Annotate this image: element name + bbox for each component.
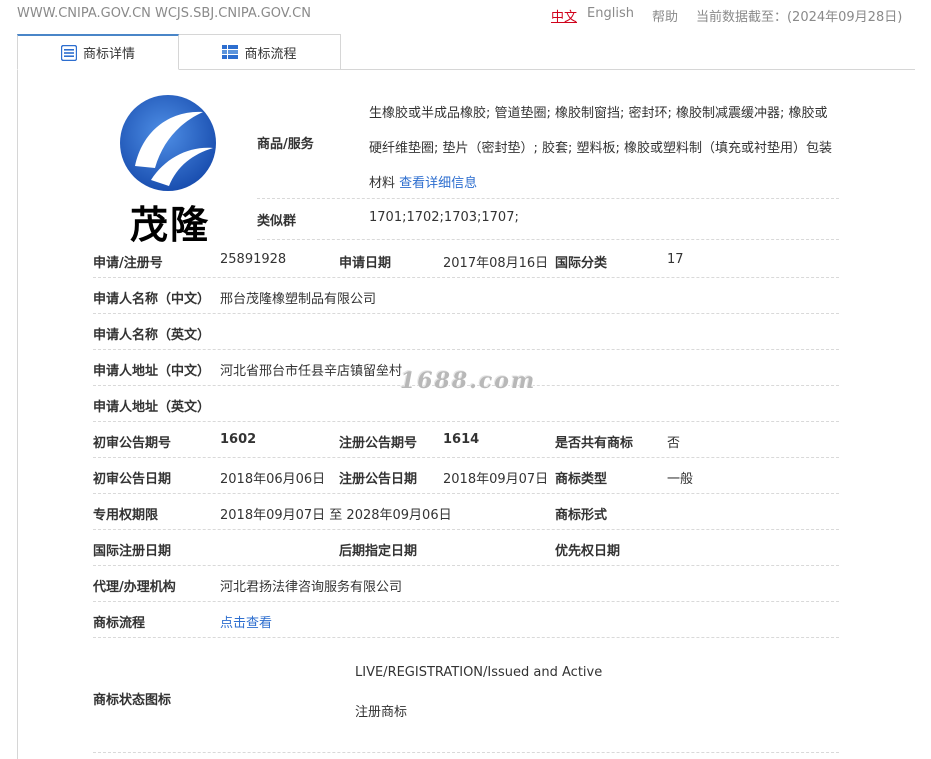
intl-class-value: 17: [667, 252, 684, 267]
address-cn-value: 河北省邢台市任县辛店镇留垒村: [220, 364, 403, 379]
address-en-label: 申请人地址（英文）: [93, 400, 211, 415]
divider: [257, 239, 839, 240]
mark-type-value: 一般: [667, 472, 694, 487]
divider: [93, 457, 839, 458]
prelim-no-value: 1602: [220, 432, 257, 447]
reg-no-label: 申请/注册号: [93, 256, 163, 271]
mark-form-label: 商标形式: [555, 508, 608, 523]
goods-label: 商品/服务: [257, 137, 314, 152]
divider: [93, 349, 839, 350]
view-details-link[interactable]: 查看详细信息: [399, 176, 477, 191]
divider: [93, 637, 839, 638]
grid-icon: [222, 44, 239, 60]
applicant-cn-value: 邢台茂隆橡塑制品有限公司: [220, 292, 377, 307]
tab-label: 商标详情: [82, 47, 135, 62]
status-value-cn: 注册商标: [355, 705, 408, 720]
agency-value: 河北君扬法律咨询服务有限公司: [220, 580, 403, 595]
intl-class-label: 国际分类: [555, 256, 608, 271]
tab-trademark-detail[interactable]: 商标详情: [17, 34, 179, 70]
similar-group-label: 类似群: [257, 214, 297, 229]
address-cn-label: 申请人地址（中文）: [93, 364, 211, 379]
logo-text: 茂隆: [130, 203, 211, 247]
divider: [257, 198, 839, 199]
site-url: WWW.CNIPA.GOV.CN WCJS.SBJ.CNIPA.GOV.CN: [17, 6, 311, 21]
data-as-of: 当前数据截至：(2024年09月28日): [695, 10, 903, 25]
divider: [93, 277, 839, 278]
exclusive-period-label: 专用权期限: [93, 508, 159, 523]
lang-zh-link[interactable]: 中文: [551, 6, 577, 25]
tab-bar: 商标详情 商标流程: [17, 34, 915, 70]
divider: [93, 493, 839, 494]
tab-trademark-process[interactable]: 商标流程: [179, 34, 341, 70]
top-bar-right: 中文 English 帮助 当前数据截至：(2024年09月28日): [551, 6, 902, 25]
divider: [93, 565, 839, 566]
list-icon: [60, 44, 78, 61]
reg-no-value: 25891928: [220, 252, 287, 267]
goods-value: 生橡胶或半成品橡胶; 管道垫圈; 橡胶制窗挡; 密封环; 橡胶制减震缓冲器; 橡…: [369, 96, 839, 201]
similar-group-value: 1701;1702;1703;1707;: [369, 210, 519, 225]
reg-notice-date-value: 2018年09月07日: [443, 472, 549, 487]
divider: [93, 421, 839, 422]
top-bar: WWW.CNIPA.GOV.CN WCJS.SBJ.CNIPA.GOV.CN 中…: [0, 0, 931, 30]
applicant-en-label: 申请人名称（英文）: [93, 328, 211, 343]
status-value-en: LIVE/REGISTRATION/Issued and Active: [355, 665, 603, 680]
help-link[interactable]: 帮助: [652, 6, 678, 25]
divider: [93, 601, 839, 602]
prelim-no-label: 初审公告期号: [93, 436, 172, 451]
divider: [93, 752, 839, 753]
status-label: 商标状态图标: [93, 693, 172, 708]
app-date-label: 申请日期: [339, 256, 392, 271]
prelim-date-label: 初审公告日期: [93, 472, 172, 487]
intl-reg-date-label: 国际注册日期: [93, 544, 172, 559]
mark-type-label: 商标类型: [555, 472, 608, 487]
reg-notice-date-label: 注册公告日期: [339, 472, 418, 487]
reg-notice-no-label: 注册公告期号: [339, 436, 418, 451]
divider: [93, 313, 839, 314]
prelim-date-value: 2018年06月06日: [220, 472, 326, 487]
divider: [93, 529, 839, 530]
watermark-text: 1688.com: [400, 368, 537, 394]
lang-en-link[interactable]: English: [587, 6, 634, 25]
applicant-cn-label: 申请人名称（中文）: [93, 292, 211, 307]
shared-label: 是否共有商标: [555, 436, 634, 451]
reg-notice-no-value: 1614: [443, 432, 480, 447]
agency-label: 代理/办理机构: [93, 580, 176, 595]
process-view-link[interactable]: 点击查看: [220, 612, 272, 631]
later-designation-label: 后期指定日期: [339, 544, 418, 559]
process-label: 商标流程: [93, 616, 146, 631]
app-date-value: 2017年08月16日: [443, 256, 549, 271]
priority-date-label: 优先权日期: [555, 544, 621, 559]
exclusive-period-value: 2018年09月07日 至 2028年09月06日: [220, 508, 452, 523]
shared-value: 否: [667, 436, 681, 451]
tab-label: 商标流程: [244, 46, 297, 62]
